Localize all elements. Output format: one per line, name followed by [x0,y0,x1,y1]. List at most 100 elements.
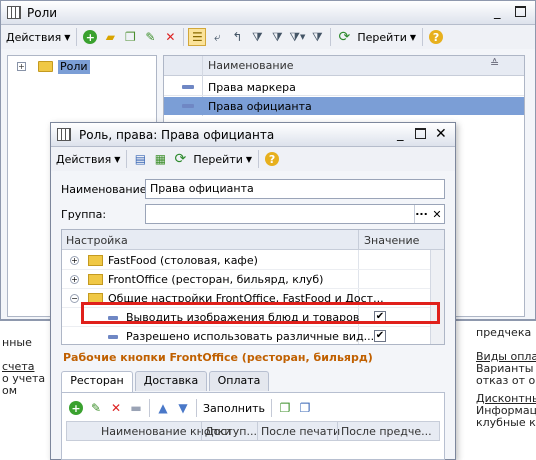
partial-text: нные [2,336,32,349]
clear-icon[interactable]: ✕ [430,206,444,224]
item-icon [182,85,194,89]
buttons-table-header: Наименование кнопки Доступ... После печа… [66,421,440,441]
partial-text: отказ от опл [476,374,536,387]
maximize-icon[interactable] [515,6,526,17]
col-header[interactable]: Доступ... [205,425,257,438]
toolbar-separator [183,28,185,46]
tab-label: Ресторан [70,374,124,387]
select-button[interactable]: ... [414,205,428,223]
sort-icon[interactable]: ≙ [490,57,499,70]
list-row-selected[interactable]: Права официанта [164,97,524,115]
goto-label: Перейти [193,152,243,166]
close-icon[interactable]: ✕ [435,126,447,142]
filter-by-value-icon[interactable]: ⧩ [268,28,286,46]
edit-icon[interactable]: ✎ [141,28,159,46]
column-divider [257,422,258,440]
left-partial-text: нные счета о учета ом [2,337,45,397]
list-row[interactable]: Права маркера [164,78,524,96]
col-setting-header[interactable]: Настройка [66,234,128,247]
scrollbar[interactable] [430,250,444,344]
main-title: Роли [27,6,58,20]
level-up-icon[interactable]: ↰ [228,28,246,46]
move-up-icon[interactable]: ▲ [154,399,172,417]
end-edit-icon[interactable]: ▬ [127,399,145,417]
column-divider [358,230,359,250]
delete-icon[interactable]: ✕ [161,28,179,46]
checkbox[interactable]: ✔ [374,330,386,342]
fill-button[interactable]: Заполнить [200,398,268,418]
tab-payment[interactable]: Оплата [209,371,269,391]
collapse-icon[interactable]: − [70,294,79,303]
expand-icon[interactable]: + [70,275,79,284]
row-label: Права маркера [208,81,296,94]
actions-label: Действия [56,152,112,166]
clear-filter-icon[interactable]: ⧩ [308,28,326,46]
folder-icon [38,61,53,72]
chevron-down-icon: ▼ [64,32,71,42]
chevron-down-icon: ▼ [409,32,417,42]
settings-header: Настройка Значение [62,230,444,250]
minimize-icon[interactable]: _ [494,5,501,20]
tab-panel: + ✎ ✕ ▬ ▲ ▼ Заполнить ❐ ❐ Наименование к… [61,392,445,460]
tab-toolbar: + ✎ ✕ ▬ ▲ ▼ Заполнить ❐ ❐ [66,397,315,419]
add-folder-icon[interactable]: ▰ [101,28,119,46]
dialog-title: Роль, права: Права официанта [79,128,275,142]
row-label: Разрешено использовать различные вид... [126,330,375,343]
list-col-name-header[interactable]: Наименование [208,59,293,72]
list-header: Наименование ≙ [164,56,524,76]
tab-delivery[interactable]: Доставка [135,371,207,391]
column-divider [337,422,338,440]
dialog-toolbar: Действия ▼ ▤ ▦ ⟳ Перейти ▼ ? [51,147,455,171]
dialog-goto-menu[interactable]: Перейти ▼ [190,149,255,169]
move-down-icon[interactable]: ▼ [174,399,192,417]
toolbar-separator [330,28,332,46]
settings-row[interactable]: Разрешено использовать различные вид... … [62,327,430,344]
settings-row[interactable]: + FastFood (столовая, кафе) [62,251,430,270]
goto-label: Перейти [357,30,407,44]
paste-icon[interactable]: ❐ [296,399,314,417]
dialog-actions-menu[interactable]: Действия ▼ [53,149,123,169]
filter-icon[interactable]: ⧩ [248,28,266,46]
maximize-icon[interactable] [415,128,426,139]
col-value-header[interactable]: Значение [364,234,419,247]
highlight-box [81,302,440,324]
column-divider [201,422,202,440]
add-icon[interactable]: + [67,399,85,417]
expand-icon[interactable]: + [17,62,26,71]
goto-menu[interactable]: Перейти ▼ [354,27,419,47]
col-header[interactable]: После предче... [341,425,432,438]
tab-restaurant[interactable]: Ресторан [61,371,133,393]
name-field[interactable]: Права официанта [145,179,445,199]
toolbar-separator [196,399,197,417]
row-label: FrontOffice (ресторан, бильярд, клуб) [108,273,324,286]
add-icon[interactable]: + [81,28,99,46]
copy-icon[interactable]: ❐ [121,28,139,46]
hierarchy-icon[interactable]: ⤶ [208,28,226,46]
filter-settings-icon[interactable]: ⧩ ▼ [288,28,306,46]
help-icon[interactable]: ? [427,28,445,46]
refresh-icon[interactable]: ⟳ [335,28,353,46]
chevron-down-icon: ▼ [114,154,121,164]
row-label: Права официанта [208,100,312,113]
section-title: Рабочие кнопки FrontOffice (ресторан, би… [63,351,373,364]
tree-view-icon[interactable]: ☰ [188,28,207,46]
copy-icon[interactable]: ❐ [276,399,294,417]
group-field[interactable]: ... ✕ [145,204,445,224]
group-label: Группа: [61,208,107,221]
partial-text: клубные кар [476,416,536,429]
toolbar-separator [76,28,78,46]
delete-icon[interactable]: ✕ [107,399,125,417]
expand-icon[interactable]: + [70,256,79,265]
refresh-icon[interactable]: ⟳ [171,150,189,168]
tree-root-label[interactable]: Роли [58,60,90,74]
toolbar-separator [422,28,424,46]
post-icon[interactable]: ▦ [151,150,169,168]
actions-menu[interactable]: Действия ▼ [3,27,73,47]
minimize-icon[interactable]: _ [397,127,404,142]
edit-icon[interactable]: ✎ [87,399,105,417]
save-icon[interactable]: ▤ [131,150,149,168]
settings-row[interactable]: + FrontOffice (ресторан, бильярд, клуб) [62,270,430,289]
help-icon[interactable]: ? [263,150,281,168]
col-header[interactable]: После печати [261,425,340,438]
name-label: Наименование: [61,183,151,196]
